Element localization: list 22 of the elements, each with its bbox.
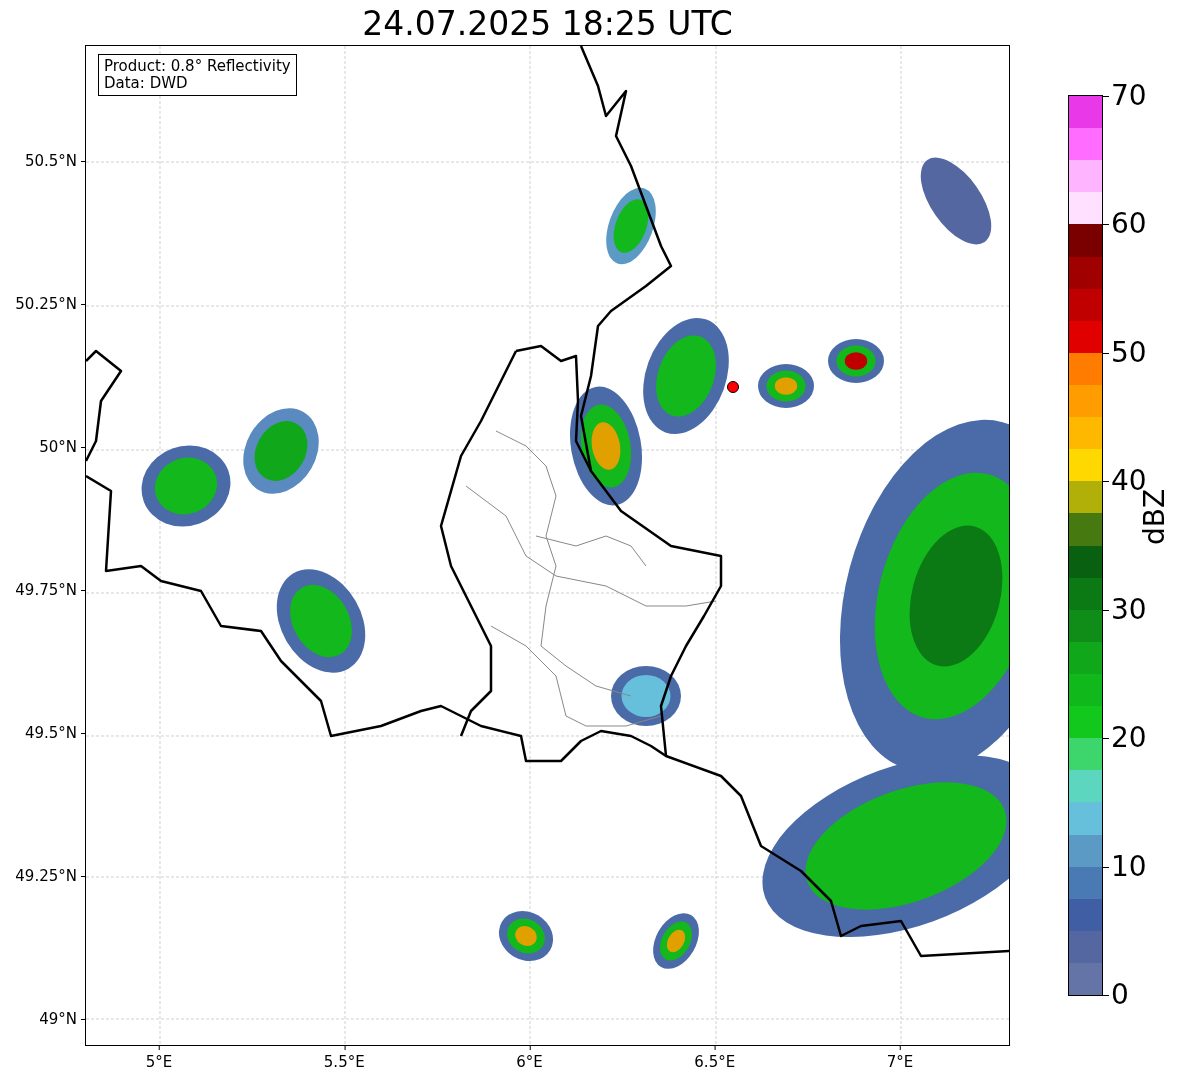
info-text: Data: DWD — [104, 75, 189, 92]
latitude-label: 50.5°N — [24, 152, 85, 170]
latitude-label: 50.25°N — [15, 295, 85, 313]
colorbar-tick-label: 20 — [1103, 721, 1147, 756]
info-text: Product: 0.8° Reflectivity — [104, 58, 291, 75]
chart-title: 24.07.2025 18:25 UTC — [361, 3, 734, 45]
longitude-label: 6.5°E — [694, 1046, 736, 1071]
latitude-label: 49.5°N — [24, 724, 85, 742]
colorbar-tick-label: 60 — [1103, 207, 1147, 242]
latitude-label: 49°N — [39, 1010, 85, 1028]
longitude-label: 6°E — [516, 1046, 543, 1071]
colorbar-tick-label: 10 — [1103, 849, 1147, 884]
latitude-label: 50°N — [39, 438, 85, 456]
longitude-label: 5°E — [145, 1046, 173, 1071]
colorbar-tick-label: 50 — [1103, 335, 1147, 370]
colorbar-tick-label: 70 — [1103, 79, 1147, 113]
colorbar-tick-label: 30 — [1103, 592, 1147, 627]
latitude-label: 49.25°N — [15, 867, 85, 885]
longitude-label: 5.5°E — [323, 1046, 365, 1071]
latitude-label: 49.75°N — [15, 581, 85, 599]
colorbar-tick-label: 0 — [1103, 978, 1129, 1012]
longitude-label: 7°E — [886, 1046, 914, 1071]
